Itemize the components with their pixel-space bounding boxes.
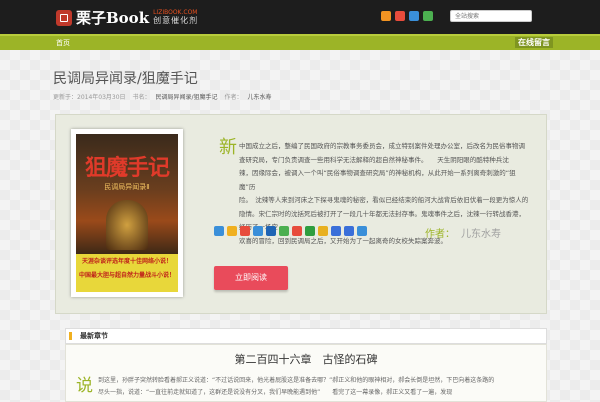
post-meta: 更新于：2014年03月30日 书名： 民调局异闻录/狙魔手记 作者： 儿东水寿 [53, 92, 276, 101]
qq-share-icon[interactable] [357, 226, 367, 236]
cover-figure [106, 200, 148, 250]
tencent-weibo-icon[interactable] [253, 226, 263, 236]
author-label: 作者： [425, 229, 455, 240]
meta-author-label: 作者： [224, 94, 243, 101]
book-logo-icon [56, 9, 72, 26]
qq-icon[interactable] [409, 11, 419, 21]
chapter-excerpt: 到这里，孙胖子突然转脸看着郝正义说道：“不过话说回来，他光着屁股这是准备去哪？”… [98, 375, 538, 399]
wechat-icon[interactable] [423, 11, 433, 21]
top-bar: 栗子Book LIZIBOOK.COM 创意催化剂 [0, 0, 600, 34]
logo-tagline: 创意催化剂 [153, 16, 199, 25]
meta-category-label: 书名： [132, 94, 151, 101]
book-author: 作者： 儿东水寿 [425, 225, 501, 240]
meta-date: 更新于：2014年03月30日 [53, 94, 126, 101]
description-line: 查研究局，专门负责调查一些用科学无法解释的超自然神秘事件。 天生阴阳眼的酷特种兵… [239, 155, 509, 164]
cover-subtitle: 民调局异闻录Ⅱ [104, 183, 150, 191]
site-logo[interactable]: 栗子Book LIZIBOOK.COM 创意催化剂 [56, 7, 198, 28]
wechat-share-icon[interactable] [279, 226, 289, 236]
weibo-icon[interactable] [395, 11, 405, 21]
logo-main-text: 栗子Book [76, 9, 150, 27]
cover-line-1: 天涯杂谈评选年度十佳网络小说！ [81, 258, 172, 265]
read-now-button[interactable]: 立即阅读 [214, 266, 288, 290]
rss-icon[interactable] [381, 11, 391, 21]
latest-chapter-header: 最新章节 [65, 328, 547, 344]
logo-url: LIZIBOOK.COM [153, 9, 198, 16]
social-links [381, 11, 433, 21]
renren-icon[interactable] [266, 226, 276, 236]
chapter-line: 到这里，孙胖子突然转脸看着郝正义说道：“不过话说回来，他光着屁股这是准备去哪？”… [98, 377, 495, 384]
chapter-dropcap: 说 [76, 376, 93, 396]
search-input[interactable] [450, 10, 532, 22]
latest-heading: 最新章节 [80, 332, 108, 340]
meta-author-link[interactable]: 儿东水寿 [247, 94, 271, 101]
logo-sub: LIZIBOOK.COM 创意催化剂 [153, 9, 198, 26]
kaixin-icon[interactable] [292, 226, 302, 236]
section-marker-icon [69, 332, 72, 340]
cover-line-2: 中国最大胆与超自然力量战斗小说！ [78, 272, 175, 279]
description-dropcap: 新 [219, 137, 237, 158]
qzone-icon[interactable] [227, 226, 237, 236]
meta-category-link[interactable]: 民调局异闻录/狙魔手记 [155, 94, 217, 101]
tieba-icon[interactable] [331, 226, 341, 236]
sohu-icon[interactable] [318, 226, 328, 236]
description-line: 辣，因缘际会，被调入一个叫“民俗事物调查研究局”的神秘机构，从此开始一系列离奇刺… [239, 169, 516, 191]
main-nav: 首页 在线留言 [0, 34, 600, 50]
page-title: 民调局异闻录/狙魔手记 [53, 71, 198, 87]
chapter-line: 尽头一指，说道：“一直往前走就知道了，这群还是说没有分叉，我们早晚能遇到他” 看… [98, 389, 453, 396]
share-bar [214, 226, 414, 236]
description-line: 险。 沈辣等人来到河床之下探寻鬼魂的秘密，看似已经结束的船河大战背后依旧伏着一段… [239, 196, 529, 204]
book-cover[interactable]: 狙魔手记 民调局异闻录Ⅱ 天涯杂谈评选年度十佳网络小说！ 中国最大胆与超自然力量… [71, 129, 183, 297]
douban-icon[interactable] [305, 226, 315, 236]
author-name[interactable]: 儿东水寿 [461, 229, 501, 240]
book-card: 狙魔手记 民调局异闻录Ⅱ 天涯杂谈评选年度十佳网络小说！ 中国最大胆与超自然力量… [55, 114, 547, 314]
nav-message-link[interactable]: 在线留言 [515, 37, 553, 48]
weibo-share-icon[interactable] [240, 226, 250, 236]
cover-art: 狙魔手记 民调局异闻录Ⅱ 天涯杂谈评选年度十佳网络小说！ 中国最大胆与超自然力量… [76, 134, 178, 292]
cover-title: 狙魔手记 [84, 155, 170, 181]
description-line: 中国成立之后，整编了民国政府的宗教事务委员会，成立特别案件处理办公室，后改名为民… [239, 142, 525, 150]
chapter-title[interactable]: 第二百四十六章 古怪的石碑 [66, 351, 546, 367]
share-plus-icon[interactable] [214, 226, 224, 236]
latest-chapter: 第二百四十六章 古怪的石碑 说 到这里，孙胖子突然转脸看着郝正义说道：“不过话说… [65, 344, 547, 402]
baidu-icon[interactable] [344, 226, 354, 236]
nav-home-link[interactable]: 首页 [56, 38, 70, 48]
